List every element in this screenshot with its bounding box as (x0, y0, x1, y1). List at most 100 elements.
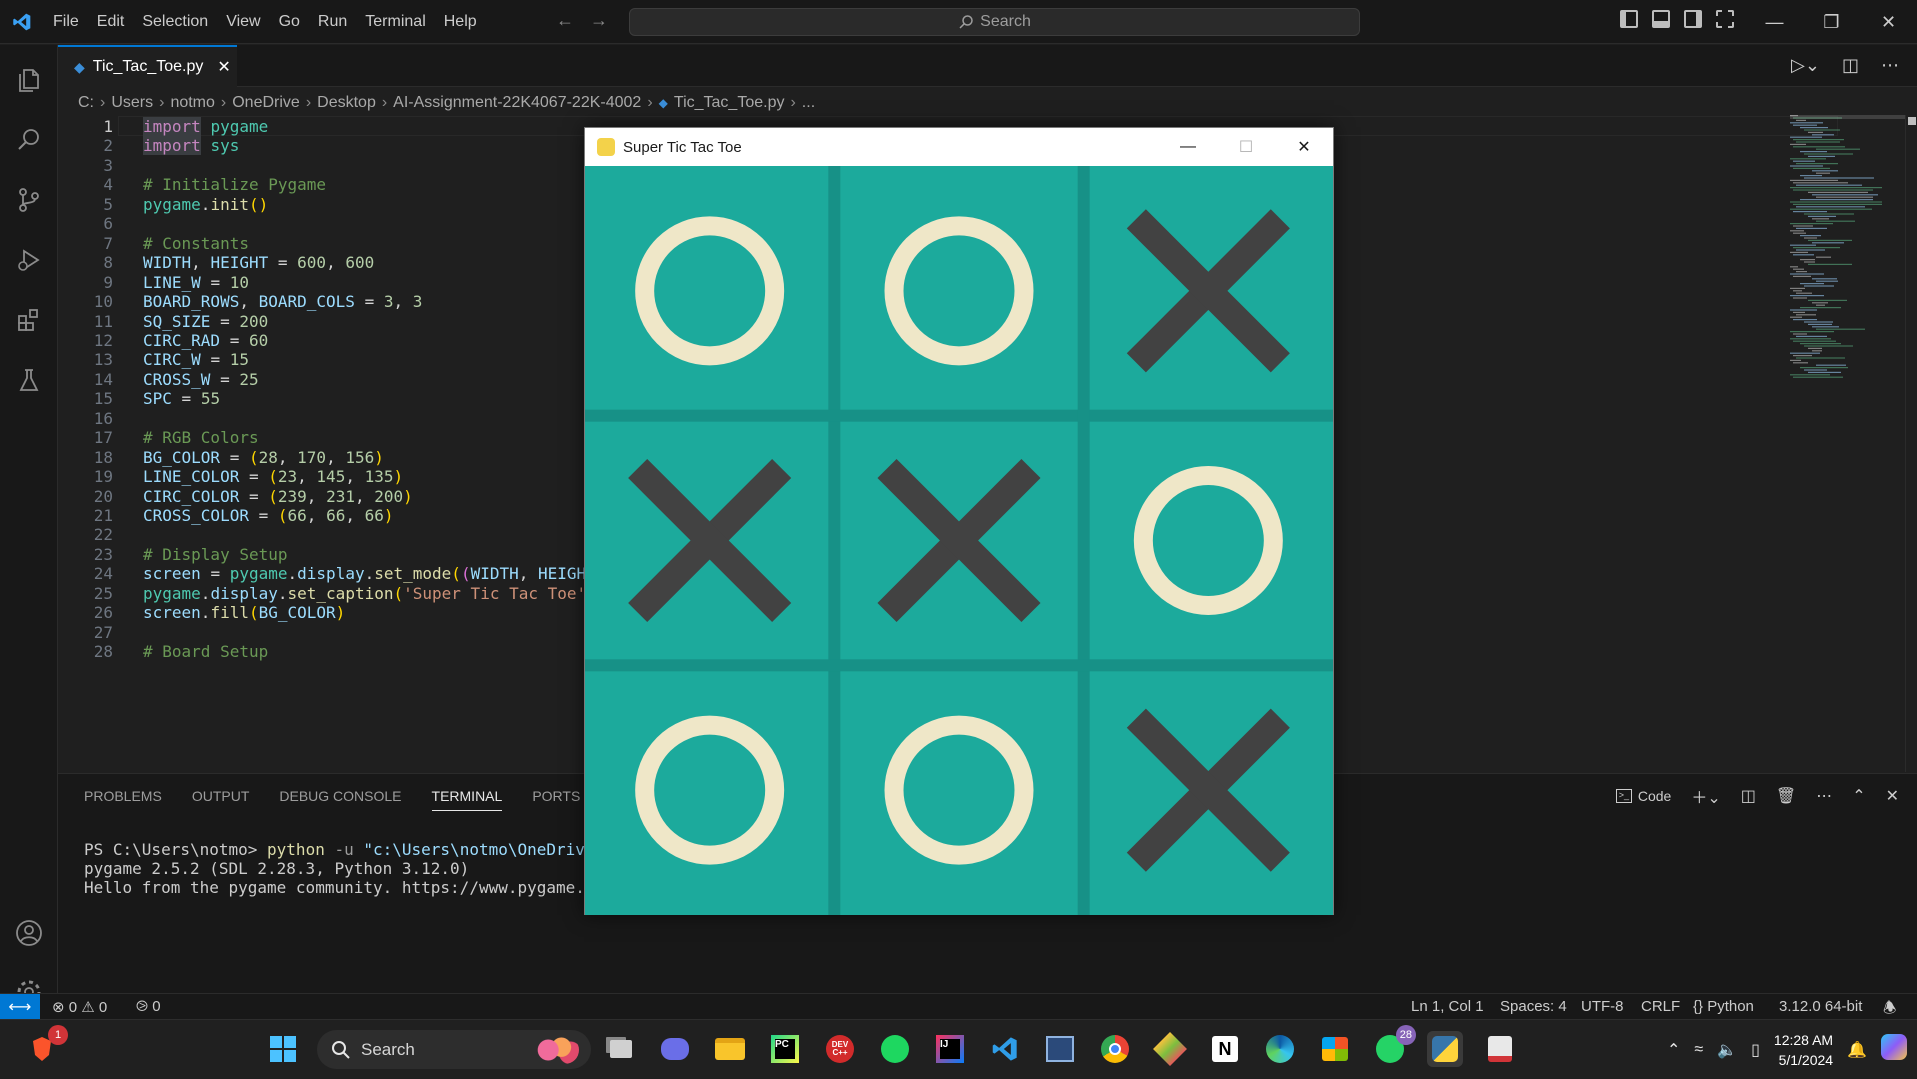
testing-icon[interactable] (0, 351, 58, 409)
task-view-icon[interactable] (603, 1031, 639, 1067)
menu-run[interactable]: Run (309, 0, 356, 44)
menu-view[interactable]: View (217, 0, 269, 44)
forward-arrow-icon[interactable]: → (590, 10, 608, 31)
ports-status[interactable]: ⧁ 0 (136, 998, 161, 1015)
command-center-search[interactable]: Search (629, 8, 1360, 36)
explorer-icon[interactable] (0, 51, 58, 109)
file-explorer-icon[interactable] (712, 1031, 748, 1067)
intellij-icon[interactable]: IJ (932, 1031, 968, 1067)
toggle-secondary-sidebar-icon[interactable] (1684, 10, 1702, 28)
copilot-icon[interactable] (1881, 1034, 1907, 1065)
board-cell[interactable] (585, 166, 834, 416)
tab-output[interactable]: OUTPUT (192, 788, 250, 811)
tab-debug-console[interactable]: DEBUG CONSOLE (279, 788, 401, 811)
accounts-icon[interactable] (0, 904, 58, 962)
close-tab-icon[interactable]: ✕ (217, 57, 230, 77)
taskbar-search[interactable]: Search (317, 1030, 591, 1069)
pygame-title-bar[interactable]: Super Tic Tac Toe — ☐ ✕ (585, 128, 1333, 166)
battery-icon[interactable]: ▯ (1751, 1040, 1760, 1060)
source-control-icon[interactable] (0, 171, 58, 229)
pygame-close-button[interactable]: ✕ (1275, 128, 1333, 166)
language-mode[interactable]: {} Python (1693, 998, 1754, 1015)
git-kraken-icon[interactable] (1152, 1031, 1188, 1067)
microsoft-store-icon[interactable] (1317, 1031, 1353, 1067)
new-terminal-icon[interactable]: ＋⌄ (1691, 784, 1720, 808)
breadcrumb-item[interactable]: Desktop (317, 94, 376, 112)
indentation[interactable]: Spaces: 4 (1500, 998, 1567, 1015)
brave-browser-icon[interactable]: 1 (24, 1025, 68, 1067)
clock[interactable]: 12:28 AM 5/1/2024 (1774, 1030, 1833, 1070)
back-arrow-icon[interactable]: ← (556, 10, 574, 31)
end-of-line[interactable]: CRLF (1641, 998, 1680, 1015)
breadcrumb-item[interactable]: C: (78, 94, 94, 112)
cursor-position[interactable]: Ln 1, Col 1 (1411, 998, 1484, 1015)
breadcrumb-item[interactable]: OneDrive (232, 94, 300, 112)
editor-scrollbar[interactable] (1905, 115, 1917, 772)
python-taskbar-icon[interactable] (1427, 1031, 1463, 1067)
pygame-window[interactable]: Super Tic Tac Toe — ☐ ✕ (584, 127, 1334, 915)
board-cell[interactable] (834, 665, 1083, 915)
menu-terminal[interactable]: Terminal (356, 0, 434, 44)
vscode-taskbar-icon[interactable] (987, 1031, 1023, 1067)
terminal-line-command[interactable]: PS C:\Users\notmo> python -u "c:\Users\n… (84, 840, 623, 859)
extensions-icon[interactable] (0, 291, 58, 349)
tab-terminal[interactable]: TERMINAL (431, 788, 503, 811)
breadcrumb-item[interactable]: Tic_Tac_Toe.py (674, 94, 785, 112)
tab-tic-tac-toe[interactable]: ◆ Tic_Tac_Toe.py ✕ (58, 45, 237, 87)
show-hidden-icons-chevron-up-icon[interactable]: ⌃ (1667, 1040, 1680, 1060)
minimap[interactable] (1790, 115, 1905, 385)
breadcrumb-item[interactable]: Users (111, 94, 153, 112)
volume-icon[interactable]: 🔈 (1717, 1040, 1737, 1060)
terminal-shell-selector[interactable]: >_ Code (1615, 788, 1671, 804)
search-sidebar-icon[interactable] (0, 111, 58, 169)
board-cell[interactable] (1084, 416, 1333, 666)
restore-button[interactable]: ❐ (1803, 0, 1860, 44)
toggle-panel-icon[interactable] (1652, 10, 1670, 28)
sql-server-icon[interactable] (1042, 1031, 1078, 1067)
remote-indicator-icon[interactable]: ⟷ (0, 994, 40, 1020)
close-panel-icon[interactable]: ✕ (1886, 786, 1899, 806)
board-cell[interactable] (585, 665, 834, 915)
breadcrumb-item[interactable]: ... (802, 94, 815, 112)
tab-problems[interactable]: PROBLEMS (84, 788, 162, 811)
customize-layout-icon[interactable] (1716, 10, 1734, 28)
maximize-panel-icon[interactable]: ⌃ (1852, 786, 1865, 806)
run-python-file-icon[interactable]: ▷⌄ (1791, 55, 1820, 76)
split-editor-icon[interactable]: ◫ (1842, 55, 1859, 76)
chrome-icon[interactable] (1097, 1031, 1133, 1067)
menu-edit[interactable]: Edit (88, 0, 134, 44)
problems-status[interactable]: ⊗ 0 ⚠ 0 (52, 998, 107, 1016)
discord-icon[interactable] (657, 1031, 693, 1067)
kill-terminal-icon[interactable]: 🗑 (1776, 786, 1796, 806)
notification-bell-icon[interactable]: 🔔 (1847, 1040, 1867, 1060)
split-terminal-icon[interactable]: ◫ (1741, 786, 1756, 806)
close-button[interactable]: ✕ (1860, 0, 1917, 44)
breadcrumb-item[interactable]: AI-Assignment-22K4067-22K-4002 (393, 94, 641, 112)
menu-go[interactable]: Go (270, 0, 309, 44)
board-cell[interactable] (834, 166, 1083, 416)
whatsapp-icon[interactable]: 28 (1372, 1025, 1416, 1067)
snipping-tool-icon[interactable] (1482, 1031, 1518, 1067)
wifi-icon[interactable]: ≈ (1694, 1041, 1703, 1059)
encoding[interactable]: UTF-8 (1581, 998, 1624, 1015)
menu-selection[interactable]: Selection (133, 0, 217, 44)
breadcrumb-item[interactable]: notmo (170, 94, 214, 112)
pygame-minimize-button[interactable]: — (1159, 128, 1217, 166)
more-actions-icon[interactable]: ⋯ (1816, 786, 1832, 806)
menu-help[interactable]: Help (435, 0, 486, 44)
pygame-maximize-button[interactable]: ☐ (1217, 128, 1275, 166)
minimap-slider[interactable] (1790, 115, 1905, 119)
tic-tac-toe-board[interactable] (585, 166, 1333, 915)
tab-ports[interactable]: PORTS (532, 788, 580, 811)
minimize-button[interactable]: — (1746, 0, 1803, 44)
run-debug-icon[interactable] (0, 231, 58, 289)
python-interpreter[interactable]: 3.12.0 64-bit (1779, 998, 1862, 1015)
more-actions-icon[interactable]: ⋯ (1881, 55, 1899, 76)
toggle-primary-sidebar-icon[interactable] (1620, 10, 1638, 28)
devcpp-icon[interactable]: DEV C++ (822, 1031, 858, 1067)
spotify-icon[interactable] (877, 1031, 913, 1067)
notion-icon[interactable]: N (1207, 1031, 1243, 1067)
edge-icon[interactable] (1262, 1031, 1298, 1067)
menu-file[interactable]: File (44, 0, 88, 44)
pycharm-icon[interactable]: PC (767, 1031, 803, 1067)
